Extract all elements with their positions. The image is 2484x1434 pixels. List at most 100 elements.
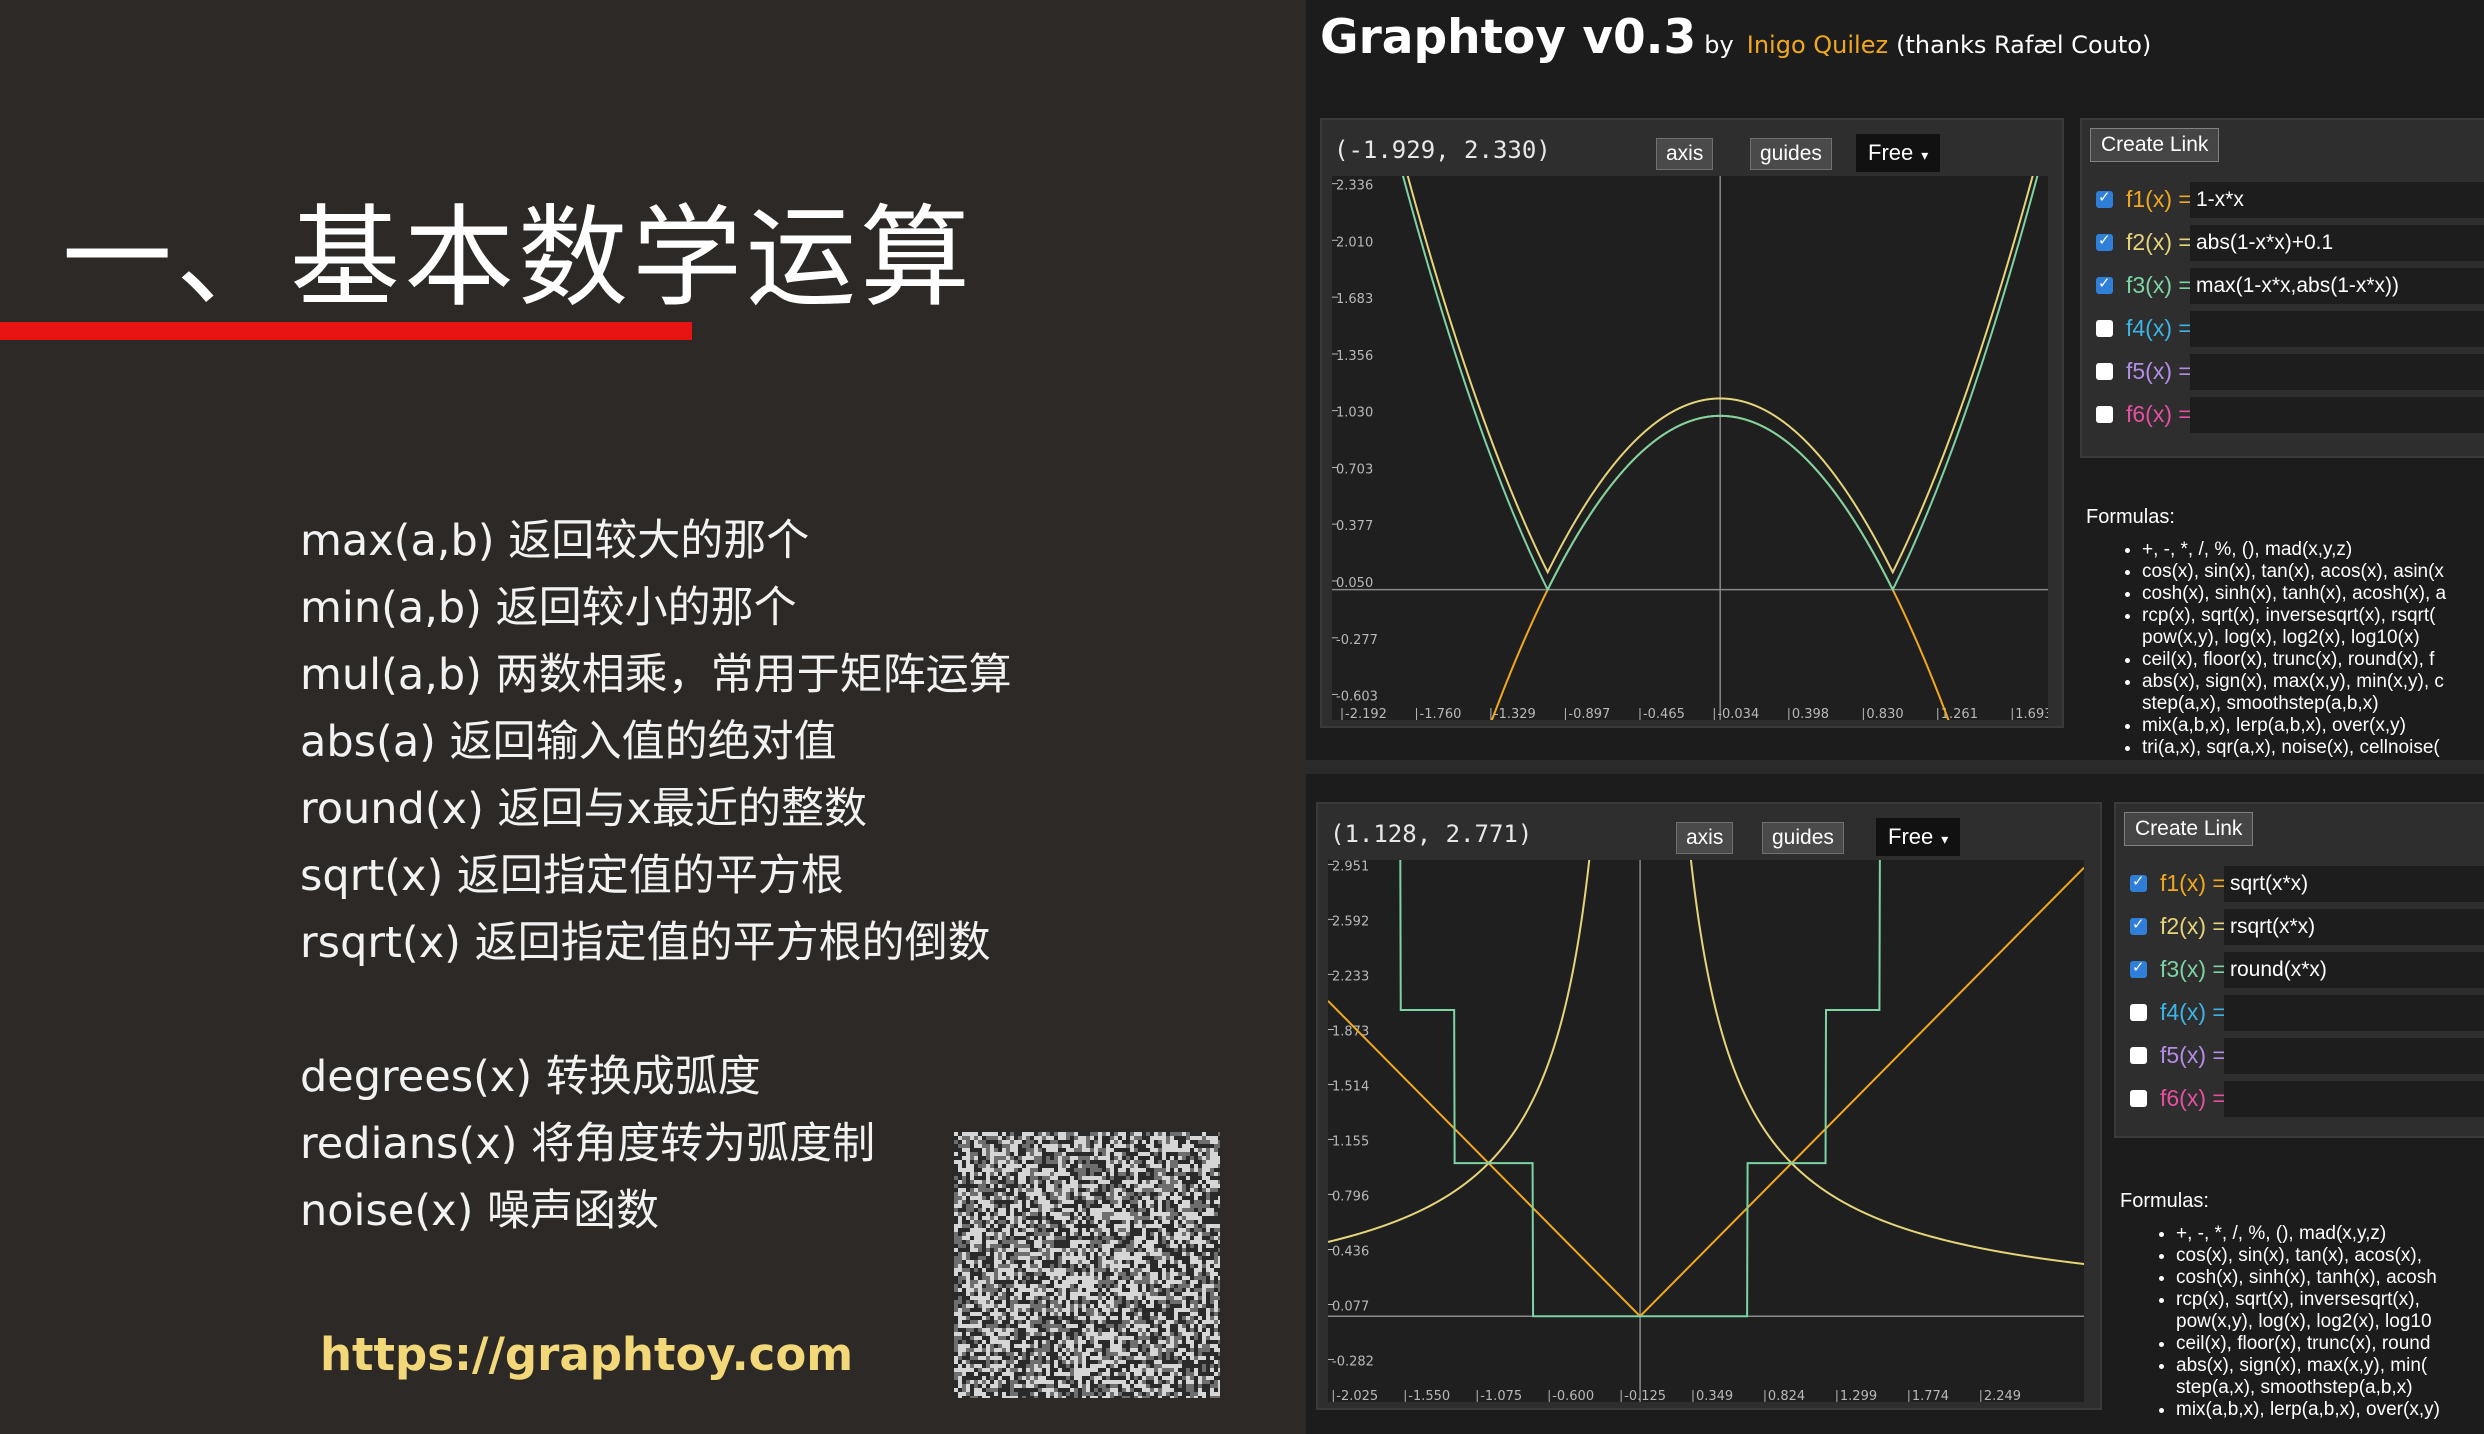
function-label: f1(x) = bbox=[2126, 186, 2192, 212]
function-input[interactable]: round(x*x) bbox=[2224, 952, 2484, 988]
function-input[interactable]: abs(1-x*x)+0.1 bbox=[2190, 225, 2484, 261]
enable-checkbox[interactable] bbox=[2130, 872, 2147, 892]
author-link[interactable]: Inigo Quilez bbox=[1747, 31, 1888, 59]
function-input[interactable]: 1-x*x bbox=[2190, 182, 2484, 218]
formula-item: +, -, *, /, %, (), mad(x,y,z) bbox=[2176, 1223, 2440, 1245]
thanks-label: (thanks Rafæl Couto) bbox=[1896, 31, 2152, 59]
plot-background bbox=[1328, 860, 2084, 1402]
x-tick-label: -0.465 bbox=[1643, 707, 1685, 720]
x-tick-label: -1.075 bbox=[1480, 1389, 1522, 1402]
plot-area[interactable]: 2.336 2.010 1.683 1.356 1.030 0.703 0.377 0.050… bbox=[1332, 176, 2048, 720]
x-tick-label: -0.600 bbox=[1552, 1389, 1594, 1402]
mode-select-value: Free bbox=[1868, 140, 1914, 165]
function-label: f1(x) = bbox=[2160, 870, 2226, 896]
list-item: redians(x) 将角度转为弧度制 bbox=[300, 1119, 876, 1169]
graphtoy-screenshot: Graphtoy v0.3 by Inigo Quilez (thanks Rafæ… bbox=[1306, 0, 2484, 1434]
function-input[interactable] bbox=[2224, 1038, 2484, 1074]
enable-checkbox[interactable] bbox=[2130, 1090, 2147, 1107]
y-tick-label: 2.951 bbox=[1332, 860, 1369, 874]
enable-checkbox[interactable] bbox=[2096, 406, 2113, 423]
y-tick-label: 1.155 bbox=[1332, 1134, 1369, 1149]
enable-checkbox[interactable] bbox=[2096, 274, 2113, 294]
formulas-heading: Formulas: bbox=[2120, 1190, 2209, 1212]
y-tick-label: 2.592 bbox=[1332, 914, 1369, 929]
function-label: f3(x) = bbox=[2126, 272, 2192, 298]
enable-checkbox[interactable] bbox=[2130, 958, 2147, 978]
function-panel-bottom: Create Link f1(x) =sqrt(x*x) f2(x) =rsqrt… bbox=[2114, 802, 2484, 1138]
by-label: by bbox=[1704, 31, 1734, 59]
y-tick-label: 1.683 bbox=[1336, 292, 1373, 307]
formula-item: +, -, *, /, %, (), mad(x,y,z) bbox=[2142, 539, 2446, 561]
function-label: f6(x) = bbox=[2126, 401, 2192, 427]
list-item: abs(a) 返回输入值的绝对值 bbox=[300, 717, 837, 767]
formula-item: rcp(x), sqrt(x), inversesqrt(x), rsqrt( bbox=[2142, 605, 2446, 627]
enable-checkbox[interactable] bbox=[2130, 915, 2147, 935]
function-row-f6: f6(x) = bbox=[2130, 1081, 2484, 1119]
function-row-f2: f2(x) =rsqrt(x*x) bbox=[2130, 909, 2484, 947]
formula-item: pow(x,y), log(x), log2(x), log10 bbox=[2176, 1311, 2432, 1332]
x-tick-label: 1.774 bbox=[1912, 1389, 1949, 1402]
list-item: degrees(x) 转换成弧度 bbox=[300, 1052, 761, 1102]
enable-checkbox[interactable] bbox=[2096, 363, 2113, 380]
mode-select[interactable]: Free ▾ bbox=[1876, 818, 1961, 856]
guides-button[interactable]: guides bbox=[1750, 138, 1832, 170]
chevron-down-icon: ▾ bbox=[1941, 831, 1949, 847]
enable-checkbox[interactable] bbox=[2096, 320, 2113, 337]
function-row-f2: f2(x) =abs(1-x*x)+0.1 bbox=[2096, 225, 2484, 263]
enable-checkbox[interactable] bbox=[2130, 1004, 2147, 1021]
cursor-coordinates: (-1.929, 2.330) bbox=[1334, 136, 1551, 164]
x-tick-label: -1.760 bbox=[1420, 707, 1462, 720]
enable-checkbox[interactable] bbox=[2096, 231, 2113, 251]
function-input[interactable] bbox=[2190, 354, 2484, 390]
x-tick-label: 0.824 bbox=[1768, 1389, 1805, 1402]
create-link-button[interactable]: Create Link bbox=[2124, 812, 2254, 846]
y-tick-label: 0.377 bbox=[1336, 519, 1373, 534]
graph-panel-bottom: (1.128, 2.771) axis guides Free ▾ 2.951 2.… bbox=[1316, 802, 2102, 1410]
x-tick-label: -0.125 bbox=[1624, 1389, 1666, 1402]
guides-button[interactable]: guides bbox=[1762, 822, 1844, 854]
slide: 一、基本数学运算 max(a,b) 返回较大的那个 min(a,b) 返回较小的… bbox=[0, 0, 1306, 1434]
function-row-f1: f1(x) =1-x*x bbox=[2096, 182, 2484, 220]
function-input[interactable] bbox=[2190, 397, 2484, 433]
title-underline-bar bbox=[0, 322, 692, 340]
formula-item: step(a,x), smoothstep(a,b,x) bbox=[2142, 693, 2379, 714]
formulas-section-bottom: Formulas: +, -, *, /, %, (), mad(x,y,z)c… bbox=[2114, 1190, 2484, 1434]
function-input[interactable]: rsqrt(x*x) bbox=[2224, 909, 2484, 945]
function-list: max(a,b) 返回较大的那个 min(a,b) 返回较小的那个 mul(a,… bbox=[300, 508, 1012, 1245]
formula-item: cos(x), sin(x), tan(x), acos(x), bbox=[2176, 1245, 2440, 1267]
plot-area[interactable]: 2.9512.5922.2331.8731.5141.1550.7960.436… bbox=[1328, 860, 2084, 1402]
formula-item: ceil(x), floor(x), trunc(x), round(x), f bbox=[2142, 649, 2446, 671]
x-tick-label: -0.034 bbox=[1717, 707, 1759, 720]
function-input[interactable] bbox=[2224, 995, 2484, 1031]
formula-item: step(a,x), smoothstep(a,b,x) bbox=[2176, 1377, 2413, 1398]
cursor-coordinates: (1.128, 2.771) bbox=[1330, 820, 1533, 848]
list-item: sqrt(x) 返回指定值的平方根 bbox=[300, 851, 844, 901]
function-row-f5: f5(x) = bbox=[2130, 1038, 2484, 1076]
formula-item: rcp(x), sqrt(x), inversesqrt(x), bbox=[2176, 1289, 2440, 1311]
formulas-list: +, -, *, /, %, (), mad(x,y,z)cos(x), sin… bbox=[2120, 1223, 2440, 1421]
function-row-f5: f5(x) = bbox=[2096, 354, 2484, 392]
chevron-down-icon: ▾ bbox=[1921, 147, 1929, 163]
y-tick-label: 0.796 bbox=[1332, 1189, 1369, 1204]
list-item: round(x) 返回与x最近的整数 bbox=[300, 784, 867, 834]
function-input[interactable]: sqrt(x*x) bbox=[2224, 866, 2484, 902]
y-tick-label: 0.703 bbox=[1336, 462, 1373, 477]
axis-button[interactable]: axis bbox=[1676, 822, 1734, 854]
create-link-button[interactable]: Create Link bbox=[2090, 128, 2220, 162]
noise-image bbox=[954, 1132, 1220, 1398]
y-tick-label: 1.030 bbox=[1336, 406, 1373, 421]
axis-button[interactable]: axis bbox=[1656, 138, 1714, 170]
mode-select[interactable]: Free ▾ bbox=[1856, 134, 1941, 172]
function-input[interactable]: max(1-x*x,abs(1-x*x)) bbox=[2190, 268, 2484, 304]
function-input[interactable] bbox=[2190, 311, 2484, 347]
y-tick-label: -0.282 bbox=[1332, 1354, 1374, 1369]
function-row-f3: f3(x) =max(1-x*x,abs(1-x*x)) bbox=[2096, 268, 2484, 306]
formulas-section-top: Formulas: +, -, *, /, %, (), mad(x,y,z)c… bbox=[2080, 506, 2484, 762]
graphtoy-link[interactable]: https://graphtoy.com bbox=[320, 1328, 853, 1381]
x-tick-label: 0.349 bbox=[1696, 1389, 1733, 1402]
enable-checkbox[interactable] bbox=[2096, 188, 2113, 208]
function-label: f2(x) = bbox=[2126, 229, 2192, 255]
function-input[interactable] bbox=[2224, 1081, 2484, 1117]
enable-checkbox[interactable] bbox=[2130, 1047, 2147, 1064]
y-tick-label: 0.050 bbox=[1336, 576, 1373, 591]
